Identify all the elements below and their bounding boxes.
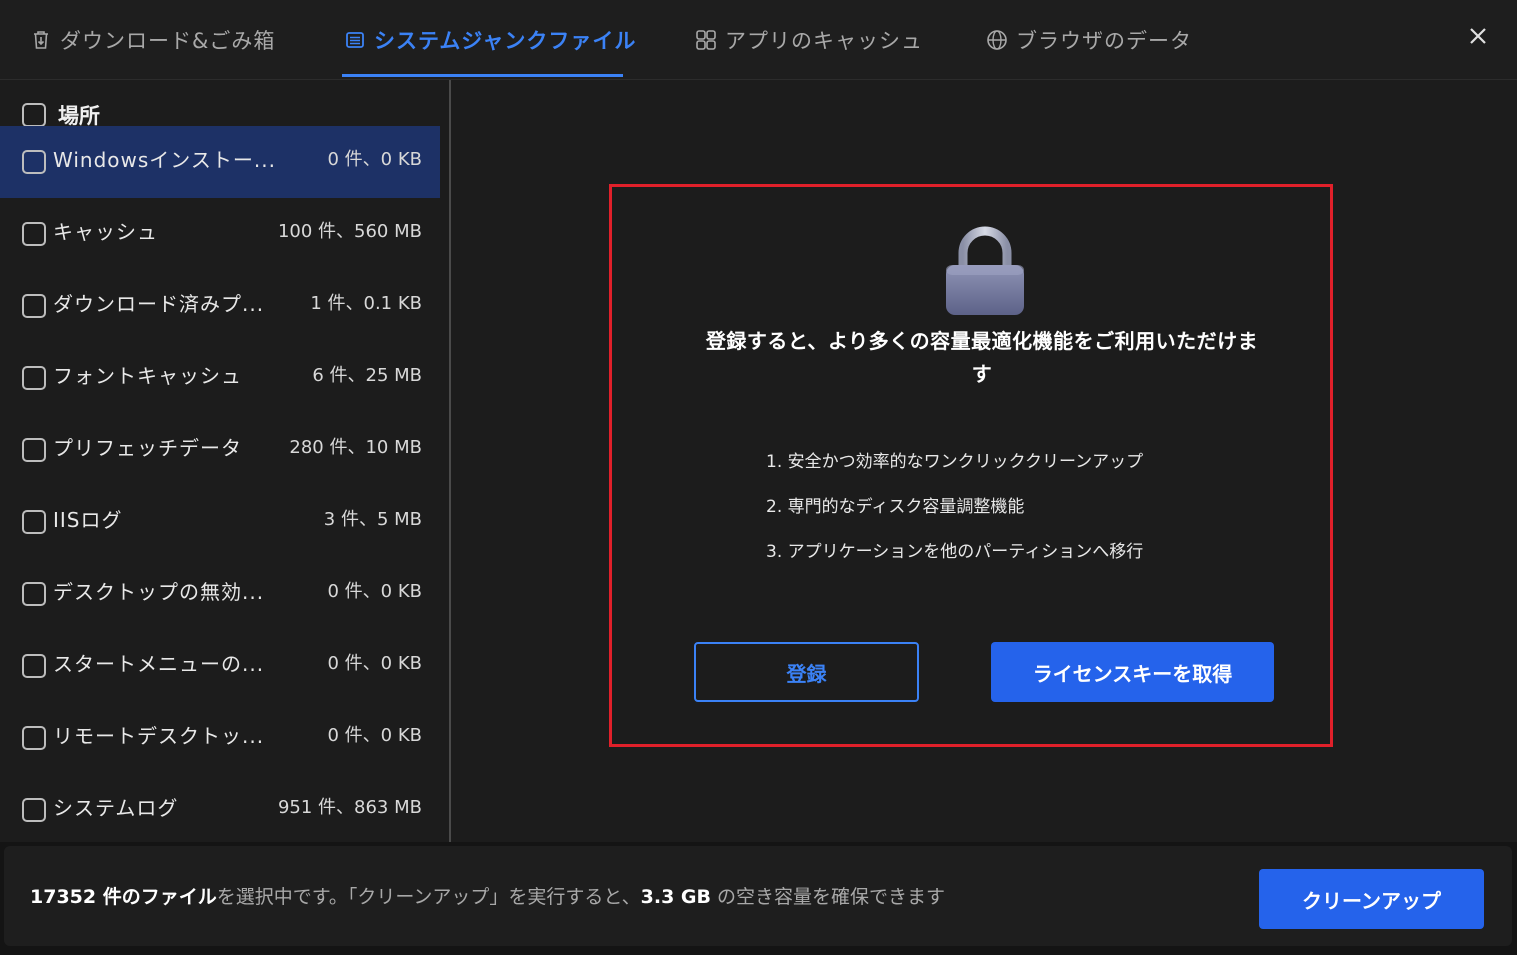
registration-promo: 登録すると、より多くの容量最適化機能をご利用いただけま す 1. 安全かつ効率的… [609, 184, 1333, 747]
tab-browser-data[interactable]: ブラウザのデータ [986, 0, 1192, 80]
list-item[interactable]: IISログ 3 件、5 MB [0, 486, 440, 558]
item-size: 0 件、0 KB [327, 653, 423, 674]
item-checkbox[interactable] [22, 654, 46, 678]
active-tab-indicator [342, 74, 623, 77]
tab-system-junk[interactable]: システムジャンクファイル [344, 0, 636, 80]
location-sidebar: 場所 Windowsインストー... 0 件、0 KB キャッシュ 100 件、… [0, 80, 450, 842]
list-item[interactable]: ダウンロード済みプ... 1 件、0.1 KB [0, 270, 440, 342]
item-size: 0 件、0 KB [327, 149, 423, 170]
close-icon [1470, 28, 1486, 44]
item-size: 280 件、10 MB [289, 437, 422, 458]
apps-grid-icon [696, 30, 716, 50]
cleanup-window: ダウンロード&ごみ箱 システムジャンクファイル アプリのキャッシュ ブラウザのデ… [0, 0, 1517, 955]
tab-label: システムジャンクファイル [374, 29, 637, 53]
cleanup-button[interactable]: クリーンアップ [1259, 869, 1484, 929]
item-size: 951 件、863 MB [277, 797, 422, 818]
feature-list: 1. 安全かつ効率的なワンクリッククリーンアップ 2. 専門的なディスク容量調整… [766, 447, 1143, 582]
feature-item: 1. 安全かつ効率的なワンクリッククリーンアップ [766, 452, 1144, 472]
selection-summary: 17352 件のファイルを選択中です。「クリーンアップ」を実行すると、3.3 G… [30, 882, 945, 909]
tab-app-cache[interactable]: アプリのキャッシュ [695, 0, 923, 80]
item-name: フォントキャッシュ [53, 364, 242, 388]
list-item[interactable]: キャッシュ 100 件、560 MB [0, 198, 440, 270]
close-button[interactable] [1464, 22, 1492, 50]
item-name: システムログ [53, 796, 179, 820]
item-name: キャッシュ [53, 220, 158, 244]
feature-item: 2. 専門的なディスク容量調整機能 [766, 497, 1025, 517]
item-name: リモートデスクトッ... [53, 724, 265, 748]
list-item[interactable]: プリフェッチデータ 280 件、10 MB [0, 414, 440, 486]
item-name: ダウンロード済みプ... [53, 292, 265, 316]
lock-icon [946, 226, 1024, 315]
get-license-key-button[interactable]: ライセンスキーを取得 [991, 642, 1274, 702]
item-name: Windowsインストー... [53, 148, 276, 172]
selected-file-count: 17352 件のファイル [30, 886, 217, 908]
promo-title-line1: 登録すると、より多くの容量最適化機能をご利用いただけま [705, 329, 1259, 353]
item-size: 3 件、5 MB [323, 509, 422, 530]
list-item[interactable]: リモートデスクトッ... 0 件、0 KB [0, 702, 440, 774]
tab-downloads-trash[interactable]: ダウンロード&ごみ箱 [30, 0, 275, 80]
reclaimable-size: 3.3 GB [640, 886, 711, 908]
item-name: デスクトップの無効... [53, 580, 265, 604]
trash-download-icon [34, 31, 48, 49]
item-checkbox[interactable] [22, 438, 46, 462]
list-item[interactable]: スタートメニューの... 0 件、0 KB [0, 630, 440, 702]
promo-title: 登録すると、より多くの容量最適化機能をご利用いただけま す [682, 325, 1282, 391]
item-size: 100 件、560 MB [277, 221, 422, 242]
tab-label: ブラウザのデータ [1016, 29, 1192, 53]
item-name: IISログ [53, 508, 123, 532]
tab-bar: ダウンロード&ごみ箱 システムジャンクファイル アプリのキャッシュ ブラウザのデ… [0, 0, 1517, 80]
item-size: 0 件、0 KB [327, 725, 423, 746]
item-checkbox[interactable] [22, 726, 46, 750]
item-name: プリフェッチデータ [53, 436, 242, 460]
item-checkbox[interactable] [22, 510, 46, 534]
register-button[interactable]: 登録 [694, 642, 919, 702]
footer-panel: 17352 件のファイルを選択中です。「クリーンアップ」を実行すると、3.3 G… [4, 846, 1512, 946]
item-size: 0 件、0 KB [327, 581, 423, 602]
item-size: 6 件、25 MB [312, 365, 422, 386]
item-checkbox[interactable] [22, 294, 46, 318]
item-checkbox[interactable] [22, 222, 46, 246]
item-checkbox[interactable] [22, 366, 46, 390]
item-size: 1 件、0.1 KB [310, 293, 422, 314]
list-item[interactable]: デスクトップの無効... 0 件、0 KB [0, 558, 440, 630]
select-all-checkbox[interactable] [22, 103, 46, 127]
list-item[interactable]: システムログ 951 件、863 MB [0, 774, 440, 846]
item-checkbox[interactable] [22, 150, 46, 174]
footer-bar: 17352 件のファイルを選択中です。「クリーンアップ」を実行すると、3.3 G… [0, 842, 1517, 955]
list-item[interactable]: フォントキャッシュ 6 件、25 MB [0, 342, 440, 414]
item-checkbox[interactable] [22, 582, 46, 606]
summary-text-end: の空き容量を確保できます [710, 886, 946, 908]
list-item[interactable]: Windowsインストー... 0 件、0 KB [0, 126, 440, 198]
promo-title-line2: す [971, 362, 993, 386]
globe-icon [987, 30, 1007, 50]
summary-text: を選択中です。「クリーンアップ」を実行すると、 [216, 886, 641, 908]
item-name: スタートメニューの... [53, 652, 265, 676]
item-checkbox[interactable] [22, 798, 46, 822]
list-icon [346, 32, 364, 48]
tab-label: アプリのキャッシュ [725, 29, 923, 53]
tab-label: ダウンロード&ごみ箱 [60, 29, 276, 53]
feature-item: 3. アプリケーションを他のパーティションへ移行 [766, 542, 1144, 562]
